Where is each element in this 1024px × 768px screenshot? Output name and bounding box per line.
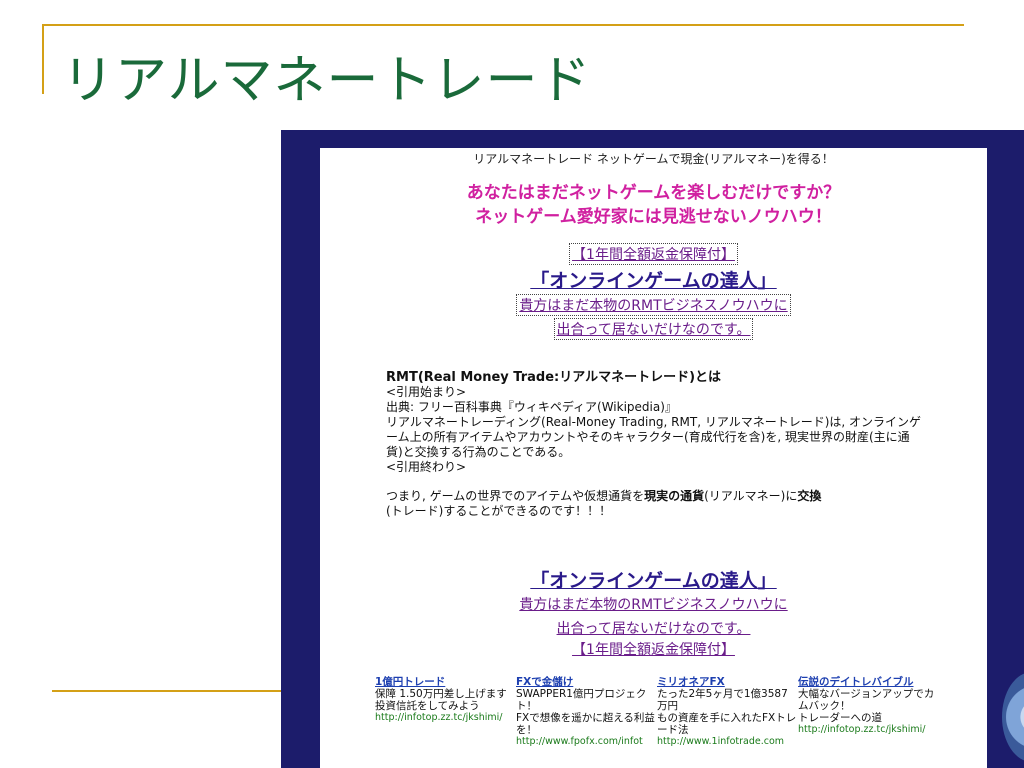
master-link-2[interactable]: 「オンラインゲームの達人」 (530, 570, 776, 592)
notmet-link[interactable]: 出合って居ないだけなのです。 (553, 318, 754, 340)
ad-text: 大幅なバージョンアップでカムバック！ トレーダーへの道 (798, 688, 935, 724)
bottom-rule (52, 690, 281, 692)
ad-item[interactable]: FXで金儲け SWAPPER1億円プロジェクト！ FXで想像を遥かに超える利益を… (516, 676, 656, 748)
definition-text: リアルマネートレーディング(Real-Money Trading, RMT, リ… (386, 415, 922, 459)
source-line: 出典: フリー百科事典『ウィキペディア(Wikipedia)』 (386, 400, 677, 414)
top-note: リアルマネートレード ネットゲームで現金(リアルマネー)を得る！ (473, 152, 834, 166)
ad-text: 保障 1.50万円差し上げます 投資信託をしてみよう (375, 688, 507, 712)
ad-url[interactable]: http://www.1infotrade.com (657, 736, 797, 748)
ad-title[interactable]: ミリオネアFX (657, 676, 797, 688)
embedded-webpage: リアルマネートレード ネットゲームで現金(リアルマネー)を得る！ あなたはまだネ… (320, 148, 987, 768)
ad-url[interactable]: http://www.fpofx.com/infot (516, 736, 656, 748)
slide-title: リアルマネートレード (62, 51, 592, 111)
ad-item[interactable]: 伝説のデイトレバイブル 大幅なバージョンアップでカムバック！ トレーダーへの道 … (798, 676, 938, 736)
left-rule (42, 24, 44, 94)
summary-text: つまり, ゲームの世界でのアイテムや仮想通貨を現実の通貨(リアルマネー)に交換 … (386, 489, 822, 518)
ad-text: たった2年5ヶ月で1億3587万円 もの資産を手に入れたFXトレード法 (657, 688, 797, 736)
ad-item[interactable]: ミリオネアFX たった2年5ヶ月で1億3587万円 もの資産を手に入れたFXトレ… (657, 676, 797, 748)
top-rule (42, 24, 964, 26)
notmet-link-2[interactable]: 出合って居ないだけなのです。 (557, 621, 751, 637)
guarantee-link[interactable]: 【1年間全額返金保障付】 (569, 243, 738, 265)
business-link[interactable]: 貴方はまだ本物のRMTビジネスノウハウに (516, 294, 791, 316)
business-link-2[interactable]: 貴方はまだ本物のRMTビジネスノウハウに (519, 597, 787, 613)
headline-line-1: あなたはまだネットゲームを楽しむだけですか？ (466, 183, 841, 203)
ad-title[interactable]: FXで金儲け (516, 676, 656, 688)
ad-text: SWAPPER1億円プロジェクト！ FXで想像を遥かに超える利益を！ (516, 688, 655, 736)
ad-item[interactable]: 1億円トレード 保障 1.50万円差し上げます 投資信託をしてみよう http:… (375, 676, 515, 724)
quote-end: <引用終わり> (386, 460, 467, 474)
ad-title[interactable]: 1億円トレード (375, 676, 515, 688)
ad-title[interactable]: 伝説のデイトレバイブル (798, 676, 938, 688)
guarantee-link-2[interactable]: 【1年間全額返金保障付】 (572, 642, 735, 658)
rmt-heading: RMT(Real Money Trade:リアルマネートレード)とは (386, 370, 722, 385)
quote-start: <引用始まり> (386, 385, 467, 399)
ad-url[interactable]: http://infotop.zz.tc/jkshimi/ (375, 712, 515, 724)
master-link[interactable]: 「オンラインゲームの達人」 (530, 270, 776, 292)
ad-url[interactable]: http://infotop.zz.tc/jkshimi/ (798, 724, 938, 736)
headline-line-2: ネットゲーム愛好家には見逃せないノウハウ！ (475, 207, 832, 227)
